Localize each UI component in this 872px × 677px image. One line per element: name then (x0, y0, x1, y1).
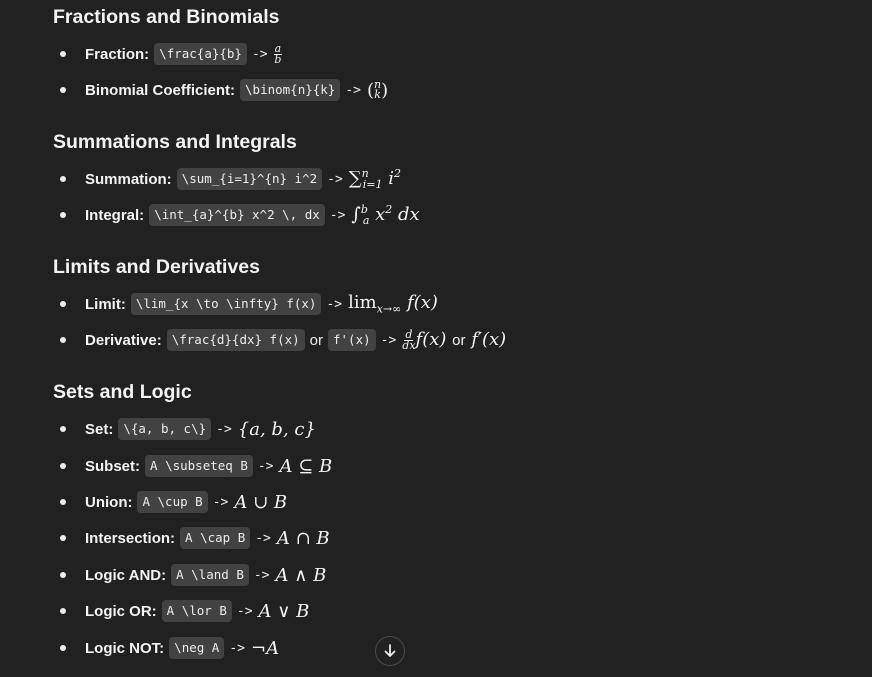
inline-code: A \lor B (161, 600, 232, 622)
arrow-text: -> (255, 530, 271, 546)
section-fractions-binomials: Fractions and Binomials (53, 4, 279, 30)
inline-code: A \land B (171, 564, 249, 586)
math-integral: ∫ba x2 dx (351, 202, 420, 228)
inline-code: \neg A (169, 637, 225, 659)
list-item-logic-not: Logic NOT: \neg A -> ¬A (60, 634, 279, 662)
arrow-text: -> (380, 332, 397, 348)
arrow-text: -> (253, 567, 270, 583)
item-label: Logic OR: (85, 602, 157, 620)
inline-code: \binom{n}{k} (240, 79, 341, 101)
inline-code: A \cap B (180, 527, 251, 549)
arrow-text: -> (251, 46, 268, 62)
bullet-icon (60, 645, 66, 651)
section-heading: Limits and Derivatives (53, 256, 260, 278)
math-binomial: (n k) (366, 78, 389, 101)
item-label: Union: (85, 493, 133, 511)
math-limit: limx→∞ f(x) (348, 292, 438, 316)
list-item-integral: Integral: \int_{a}^{b} x^2 \, dx -> ∫ba … (60, 201, 420, 229)
bullet-icon (60, 499, 66, 505)
list-item-derivative: Derivative: \frac{d}{dx} f(x) or f'(x) -… (60, 326, 506, 354)
item-label: Integral: (85, 206, 145, 224)
item-label: Limit: (85, 295, 126, 313)
list-item-logic-or: Logic OR: A \lor B -> A ∨ B (60, 597, 309, 625)
bullet-icon (60, 337, 66, 343)
bullet-icon (60, 535, 66, 541)
inline-code: \sum_{i=1}^{n} i^2 (176, 168, 323, 190)
item-label: Logic NOT: (85, 639, 165, 657)
inline-code: \int_{a}^{b} x^2 \, dx (149, 204, 325, 226)
item-label: Set: (85, 420, 114, 438)
list-item-intersection: Intersection: A \cap B -> A ∩ B (60, 524, 330, 552)
arrow-text: -> (216, 421, 232, 437)
list-item-union: Union: A \cup B -> A ∪ B (60, 488, 287, 516)
bullet-icon (60, 572, 66, 578)
arrow-text: -> (329, 207, 346, 223)
item-label: Derivative: (85, 331, 162, 349)
list-item-subset: Subset: A \subseteq B -> A ⊆ B (60, 452, 332, 480)
math-derivative: d dx f(x) or f′(x) (402, 327, 507, 352)
math-logic-and: A ∧ B (275, 564, 327, 586)
section-limits-derivatives: Limits and Derivatives (53, 254, 260, 280)
arrow-text: -> (236, 603, 253, 619)
math-or-text: or (452, 332, 466, 350)
bullet-icon (60, 301, 66, 307)
math-logic-or: A ∨ B (258, 600, 310, 622)
section-summations-integrals: Summations and Integrals (53, 129, 297, 155)
item-label: Summation: (85, 170, 172, 188)
math-intersection: A ∩ B (276, 527, 330, 549)
arrow-text: -> (212, 494, 229, 510)
math-fraction: ab (273, 41, 283, 66)
section-heading: Sets and Logic (53, 381, 192, 403)
section-heading: Fractions and Binomials (53, 6, 280, 28)
item-label: Subset: (85, 457, 141, 475)
inline-code: \frac{a}{b} (154, 43, 247, 65)
list-item-limit: Limit: \lim_{x \to \infty} f(x) -> limx→… (60, 290, 438, 318)
math-subset: A ⊆ B (279, 455, 333, 477)
chat-message-content: Fractions and Binomials Fraction: \frac{… (0, 0, 872, 677)
inline-code: \frac{d}{dx} f(x) (166, 329, 305, 351)
inline-code: A \cup B (137, 491, 208, 513)
bullet-icon (60, 463, 66, 469)
inline-code: A \subseteq B (145, 455, 253, 477)
list-item-summation: Summation: \sum_{i=1}^{n} i^2 -> ∑ni=1 i… (60, 165, 401, 193)
math-summation: ∑ni=1 i2 (348, 166, 401, 192)
item-label: Logic AND: (85, 566, 167, 584)
arrow-text: -> (257, 458, 274, 474)
inline-code: \{a, b, c\} (118, 418, 212, 440)
bullet-icon (60, 426, 66, 432)
section-heading: Summations and Integrals (53, 131, 297, 153)
arrow-down-icon (384, 644, 396, 657)
bullet-icon (60, 608, 66, 614)
section-sets-logic: Sets and Logic (53, 379, 192, 405)
item-label: Binomial Coefficient: (85, 81, 236, 99)
list-item-set: Set: \{a, b, c\} -> {a, b, c} (60, 415, 316, 443)
list-item-logic-and: Logic AND: A \land B -> A ∧ B (60, 561, 326, 589)
bullet-icon (60, 176, 66, 182)
arrow-text: -> (327, 171, 343, 187)
bullet-icon (60, 51, 66, 57)
list-item-binomial: Binomial Coefficient: \binom{n}{k} -> (n… (60, 76, 388, 104)
inline-code: \lim_{x \to \infty} f(x) (130, 293, 322, 315)
item-label: Fraction: (85, 45, 150, 63)
arrow-text: -> (326, 296, 343, 312)
math-set: {a, b, c} (237, 418, 316, 440)
math-logic-not: ¬A (250, 637, 280, 659)
bullet-icon (60, 212, 66, 218)
bullet-icon (60, 87, 66, 93)
arrow-text: -> (229, 640, 245, 656)
math-union: A ∪ B (234, 491, 288, 513)
inline-code: f'(x) (328, 329, 376, 351)
conjunction-text: or (309, 331, 323, 349)
list-item-fraction: Fraction: \frac{a}{b} -> ab (60, 40, 283, 68)
arrow-text: -> (345, 82, 361, 98)
scroll-to-bottom-button[interactable] (375, 636, 405, 666)
item-label: Intersection: (85, 529, 176, 547)
